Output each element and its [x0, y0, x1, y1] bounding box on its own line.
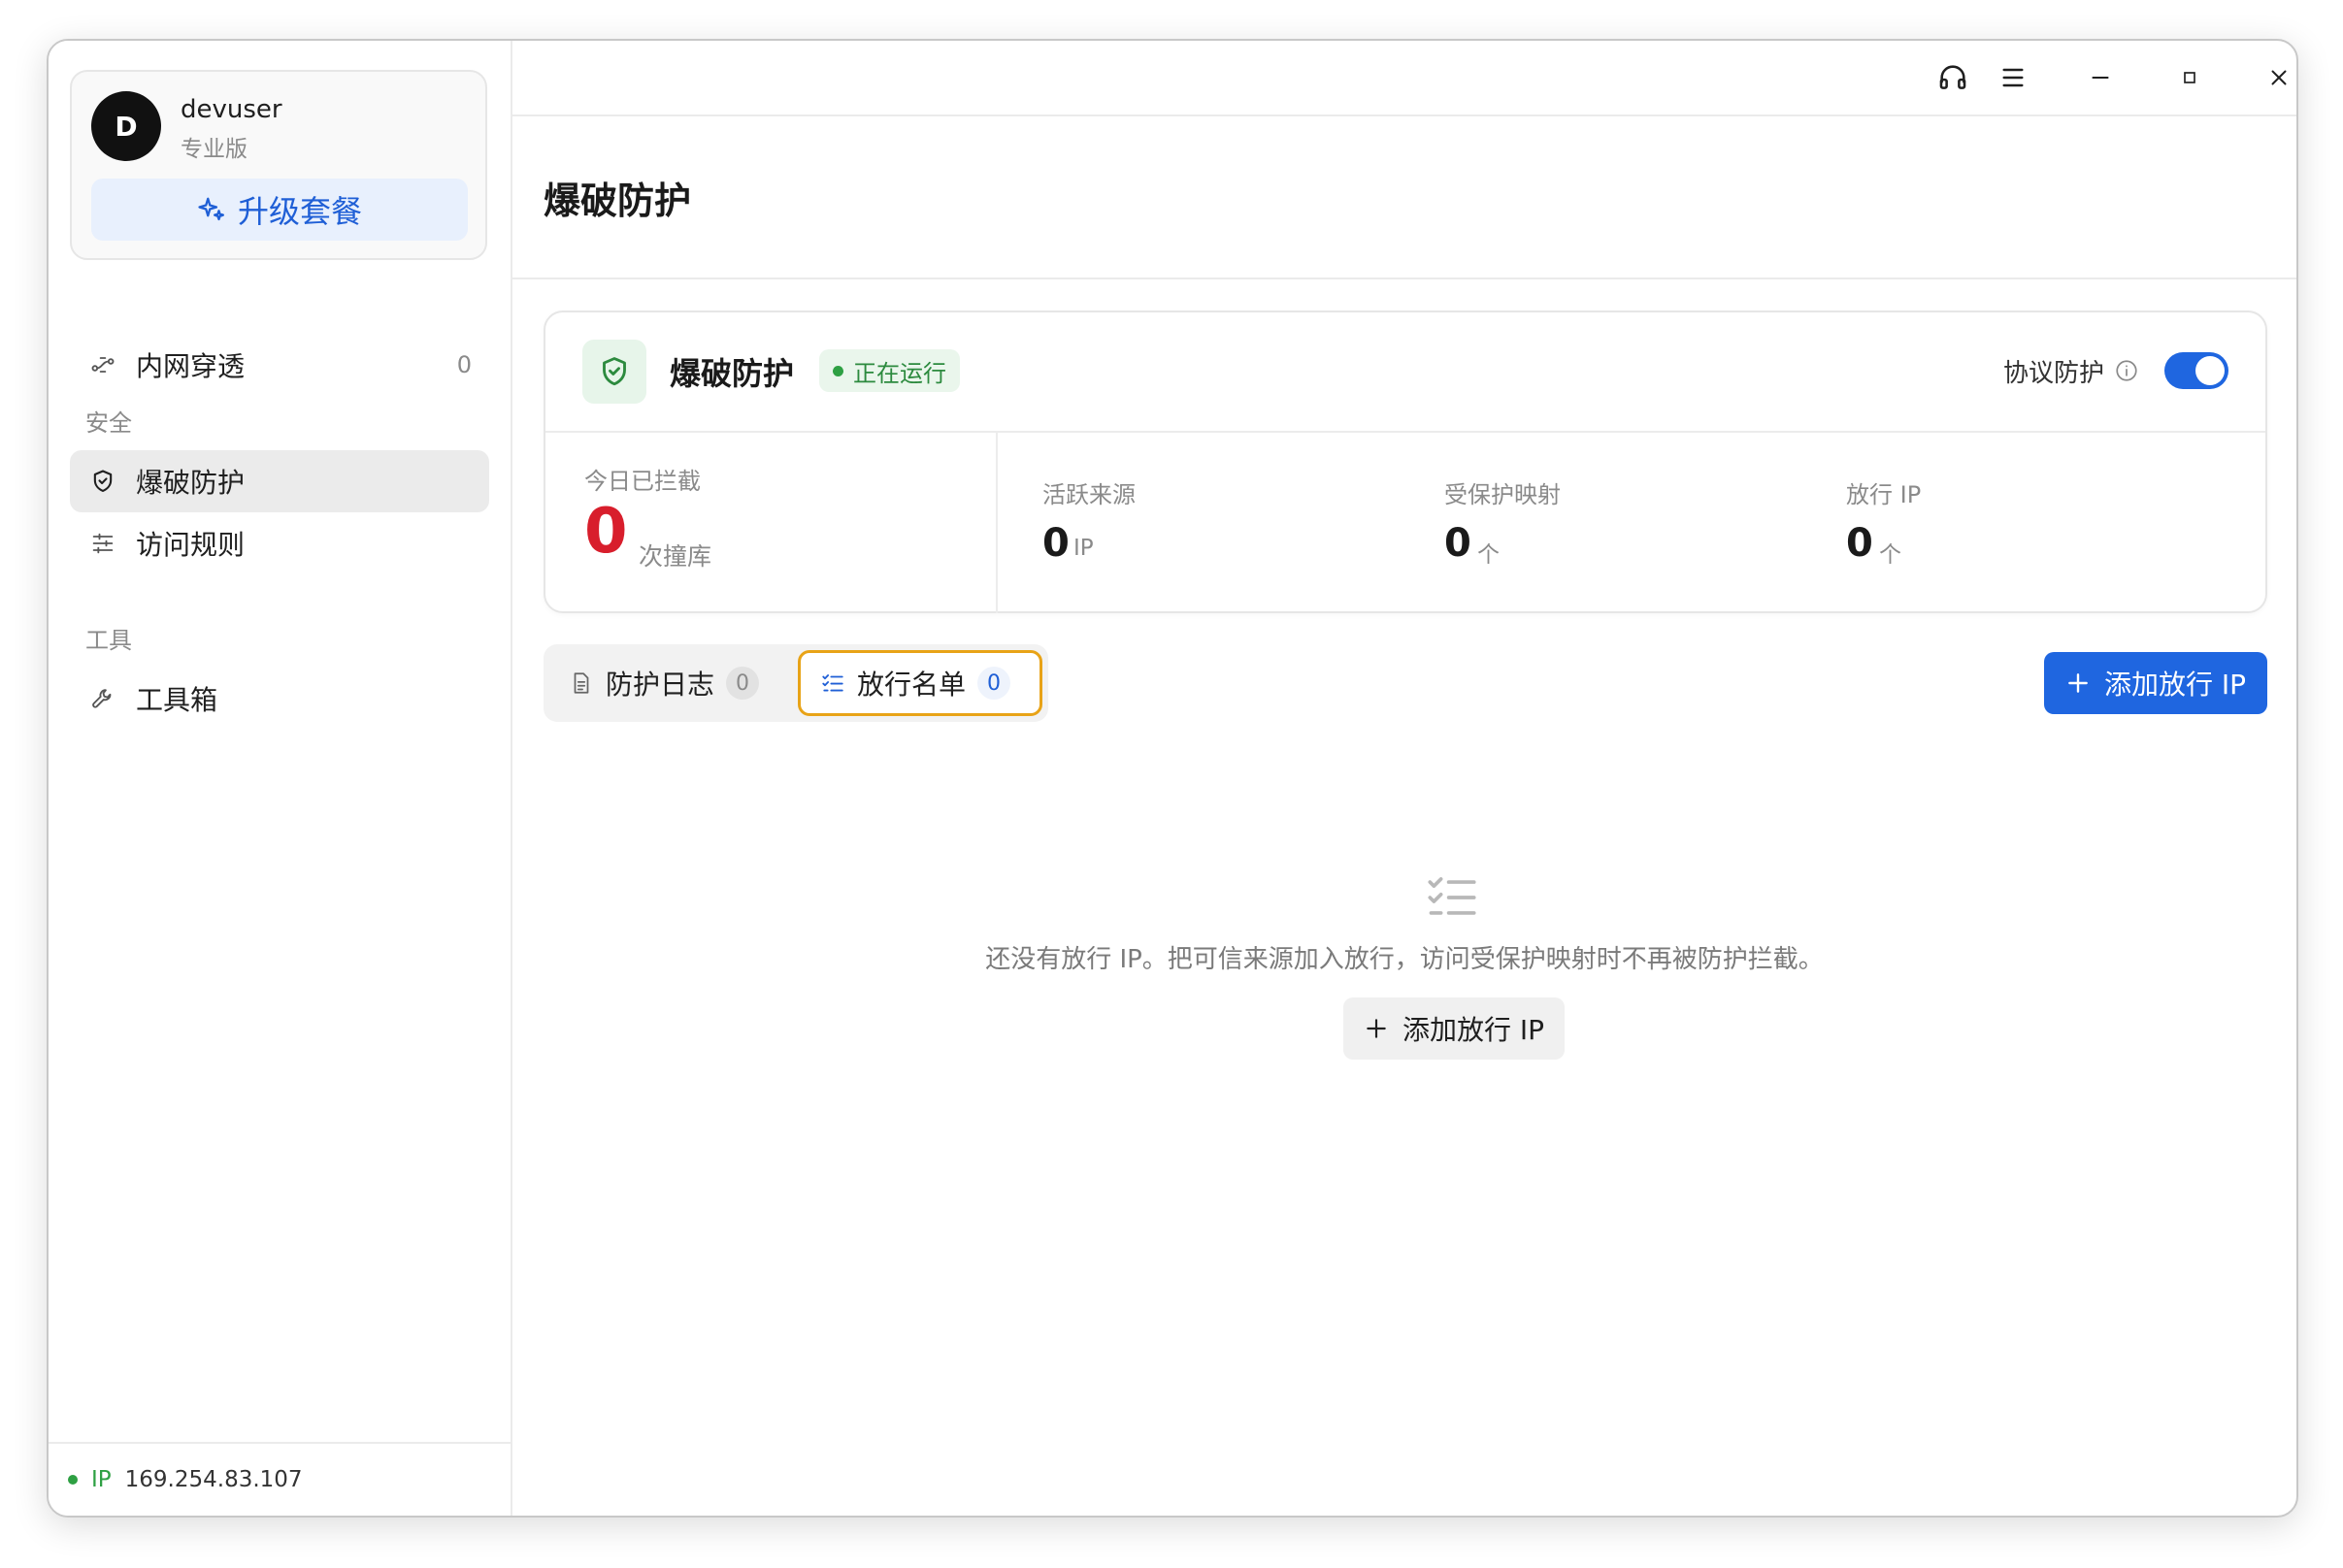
status-badge: 正在运行 [819, 349, 960, 392]
sidebar-item-brute-force-protection[interactable]: 爆破防护 [70, 450, 489, 512]
document-icon [569, 670, 594, 696]
info-icon[interactable] [2114, 358, 2139, 383]
stat-value: 0 [1846, 521, 1873, 566]
sliders-icon [87, 528, 118, 559]
empty-add-allow-ip-button[interactable]: 添加放行 IP [1343, 997, 1565, 1060]
close-icon[interactable] [2256, 54, 2296, 101]
protection-status-card: 爆破防护 正在运行 协议防护 今日已拦截 0 次撞库 活跃来源 0 IP 受保护… [544, 310, 2267, 613]
tab-label: 防护日志 [606, 669, 715, 701]
upgrade-plan-button[interactable]: 升级套餐 [91, 179, 468, 241]
minimize-icon[interactable] [2077, 54, 2124, 101]
sidebar-item-access-rules[interactable]: 访问规则 [70, 512, 489, 574]
title-bar [512, 41, 2296, 116]
protocol-protection-label: 协议防护 [2002, 358, 2104, 388]
sidebar-item-tunnel[interactable]: 内网穿透 0 [70, 334, 489, 396]
user-name: devuser [181, 95, 282, 124]
status-dot [833, 365, 843, 376]
sparkle-icon [197, 195, 226, 224]
shield-icon [582, 340, 646, 404]
section-label-tools: 工具 [85, 627, 132, 654]
card-title: 爆破防护 [670, 355, 795, 392]
ip-tag: IP [91, 1467, 112, 1492]
app-window: D devuser 专业版 升级套餐 内网穿透 0 安全 爆破防护 访问规则 工… [47, 39, 2298, 1518]
tunnel-icon [87, 349, 118, 380]
user-plan: 专业版 [181, 137, 248, 162]
sidebar-item-label: 爆破防护 [136, 467, 246, 499]
connection-status: IP 169.254.83.107 [49, 1442, 511, 1516]
stat-label: 今日已拦截 [584, 468, 701, 495]
sidebar-item-toolbox[interactable]: 工具箱 [70, 668, 489, 730]
stat-unit: 个 [1879, 542, 1901, 568]
sidebar-item-label: 内网穿透 [136, 350, 246, 382]
headset-icon[interactable] [1930, 54, 1976, 101]
empty-add-allow-ip-label: 添加放行 IP [1402, 1014, 1545, 1046]
toggle-knob [2195, 356, 2225, 385]
empty-checklist-icon [1425, 873, 1479, 922]
card-header: 爆破防护 正在运行 协议防护 [545, 312, 2265, 433]
tab-label: 放行名单 [857, 669, 967, 701]
sidebar: D devuser 专业版 升级套餐 内网穿透 0 安全 爆破防护 访问规则 工… [49, 41, 512, 1516]
checklist-icon [820, 670, 845, 696]
sidebar-item-label: 工具箱 [136, 684, 218, 716]
tab-allow-list[interactable]: 放行名单 0 [798, 650, 1042, 716]
stat-value: 0 [1444, 521, 1471, 566]
maximize-icon[interactable] [2166, 54, 2213, 101]
user-card: D devuser 专业版 升级套餐 [70, 70, 487, 260]
stat-label: 放行 IP [1846, 481, 1922, 508]
section-label-security: 安全 [85, 409, 132, 437]
status-dot [68, 1475, 78, 1485]
page-header: 爆破防护 [512, 116, 2296, 279]
sidebar-item-count: 0 [456, 351, 472, 378]
plus-icon [2065, 670, 2091, 696]
plus-icon [1364, 1016, 1389, 1041]
avatar[interactable]: D [91, 91, 161, 161]
protocol-protection: 协议防护 [2003, 349, 2228, 392]
status-text: 正在运行 [853, 359, 946, 387]
today-blocked-stat: 今日已拦截 0 次撞库 [545, 433, 998, 613]
stat-label: 受保护映射 [1444, 481, 1561, 508]
ip-value: 169.254.83.107 [124, 1467, 303, 1492]
stat-value: 0 [1042, 521, 1070, 566]
tab-count: 0 [977, 667, 1011, 700]
stat-unit: 个 [1477, 542, 1500, 568]
upgrade-plan-label: 升级套餐 [237, 193, 362, 230]
sidebar-item-label: 访问规则 [136, 529, 246, 561]
main-content: 爆破防护 爆破防护 正在运行 协议防护 今日已拦截 0 次撞库 活跃来源 0 I… [512, 41, 2296, 1516]
shield-icon [87, 466, 118, 497]
empty-state-message: 还没有放行 IP。把可信来源加入放行，访问受保护映射时不再被防护拦截。 [985, 945, 1824, 974]
wrench-icon [87, 683, 118, 714]
today-blocked-unit: 次撞库 [639, 542, 712, 571]
add-allow-ip-button[interactable]: 添加放行 IP [2044, 652, 2267, 714]
stat-unit: IP [1073, 536, 1094, 561]
protocol-protection-toggle[interactable] [2164, 352, 2228, 389]
today-blocked-value: 0 [584, 496, 628, 568]
tab-count: 0 [726, 667, 760, 700]
add-allow-ip-label: 添加放行 IP [2103, 669, 2247, 701]
tab-bar: 防护日志 0 放行名单 0 [544, 644, 1048, 722]
menu-icon[interactable] [1990, 54, 2036, 101]
stat-label: 活跃来源 [1042, 481, 1136, 508]
page-title: 爆破防护 [544, 180, 692, 222]
tab-protection-log[interactable]: 防护日志 0 [549, 650, 778, 716]
